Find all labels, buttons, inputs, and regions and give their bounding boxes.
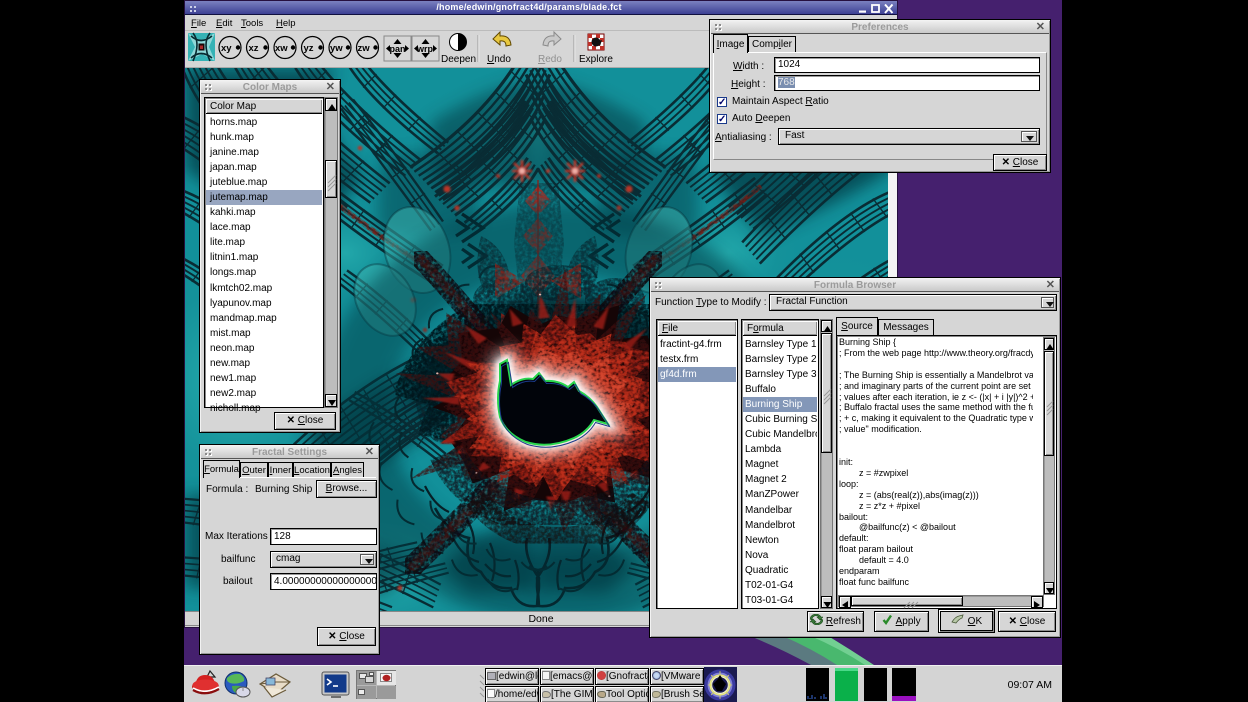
svg-text:wrp: wrp — [416, 44, 434, 54]
svg-text:Undo: Undo — [487, 54, 511, 65]
svg-text:yw: yw — [330, 43, 343, 54]
svg-text:Explore: Explore — [579, 54, 613, 65]
svg-text:yz: yz — [304, 43, 314, 54]
svg-text:xw: xw — [275, 43, 288, 54]
svg-text:zw: zw — [358, 43, 371, 54]
svg-text:xy: xy — [221, 43, 232, 54]
svg-text:pan: pan — [390, 44, 406, 54]
svg-text:Deepen: Deepen — [441, 54, 476, 65]
svg-text:Redo: Redo — [538, 54, 562, 65]
svg-text:xz: xz — [249, 43, 259, 54]
